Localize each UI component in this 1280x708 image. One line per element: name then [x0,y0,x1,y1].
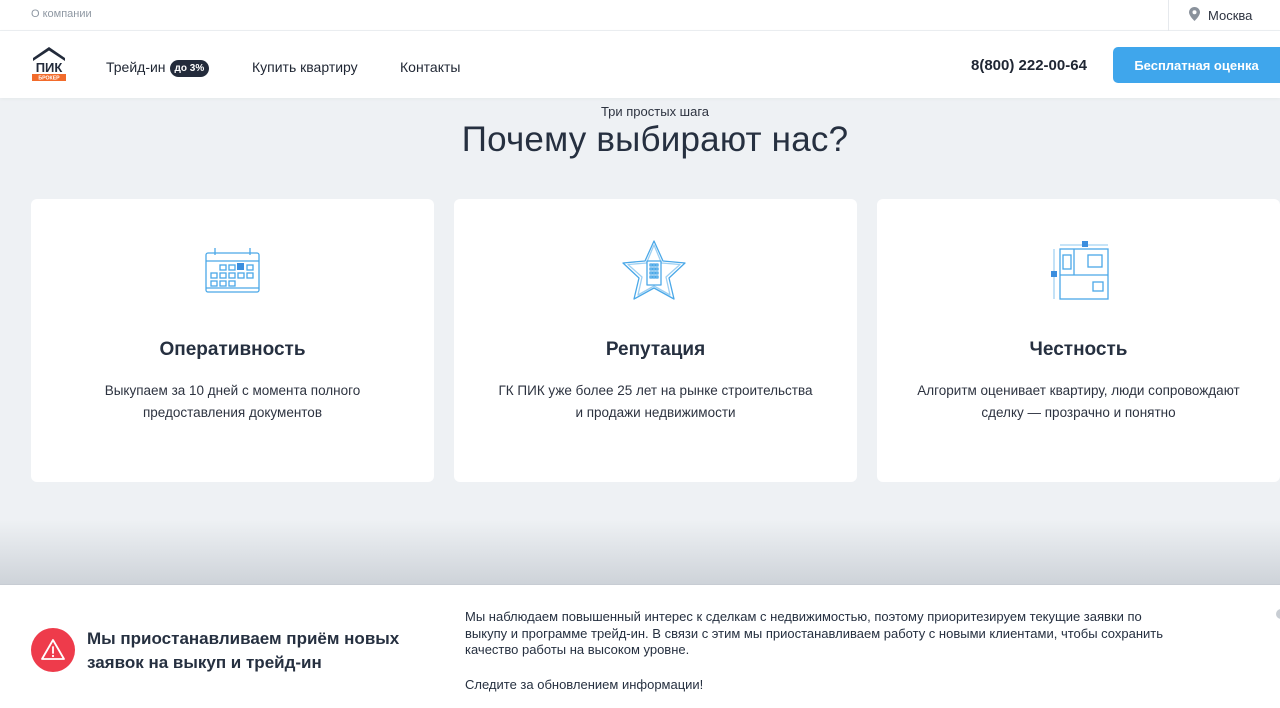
notice-text: Мы наблюдаем повышенный интерес к сделка… [465,609,1164,657]
trade-in-badge: до 3% [169,60,210,77]
notice-title: Мы приостанавливаем приём новых заявок н… [87,629,400,672]
notice-close-button[interactable] [1276,609,1280,619]
nav-contacts[interactable]: Контакты [400,59,460,75]
warning-icon [31,628,75,672]
city-label: Москва [1208,8,1253,23]
feature-card-title: Репутация [605,339,706,360]
feature-card-description: Выкупаем за 10 дней с момента полного пр… [104,383,361,420]
top-bar: О компании Москва [0,0,1280,31]
calendar-icon [197,237,277,307]
floor-plan-icon [1041,237,1121,307]
nav-trade-in[interactable]: Трейд-ин до 3% [106,59,210,77]
feature-card-speed: Оперативность Выкупаем за 10 дней с моме… [31,199,434,482]
about-company-link[interactable]: О компании [31,8,92,20]
pik-broker-logo[interactable]: ПИК БРОКЕР [30,45,68,83]
star-building-icon [614,237,694,307]
free-evaluation-button[interactable]: Бесплатная оценка [1113,47,1280,83]
logo-main-text: ПИК [36,60,63,75]
main-header: ПИК БРОКЕР Трейд-ин до 3% Купить квартиру… [0,31,1280,98]
suspension-notice: Мы приостанавливаем приём новых заявок н… [0,584,1280,708]
phone-number-link[interactable]: 8(800) 222-00-64 [971,57,1087,74]
city-selector[interactable]: Москва [1168,0,1280,31]
section-subtitle: Три простых шага [600,104,710,119]
nav-buy-apartment[interactable]: Купить квартиру [252,59,358,75]
section-title: Почему выбирают нас? [461,120,849,159]
location-pin-icon [1189,7,1200,24]
notice-follow-text: Следите за обновлением информации! [465,677,704,692]
nav-trade-in-label: Трейд-ин [106,59,166,75]
logo-sub-text: БРОКЕР [38,76,60,82]
section-bottom-shade [0,520,1280,584]
feature-card-title: Оперативность [159,339,306,360]
feature-card-title: Честность [1029,339,1128,360]
feature-card-description: Алгоритм оценивает квартиру, люди сопров… [917,383,1240,420]
feature-card-honesty: Честность Алгоритм оценивает квартиру, л… [877,199,1280,482]
feature-card-reputation: Репутация ГК ПИК уже более 25 лет на рын… [454,199,857,482]
feature-card-description: ГК ПИК уже более 25 лет на рынке строите… [498,383,813,420]
